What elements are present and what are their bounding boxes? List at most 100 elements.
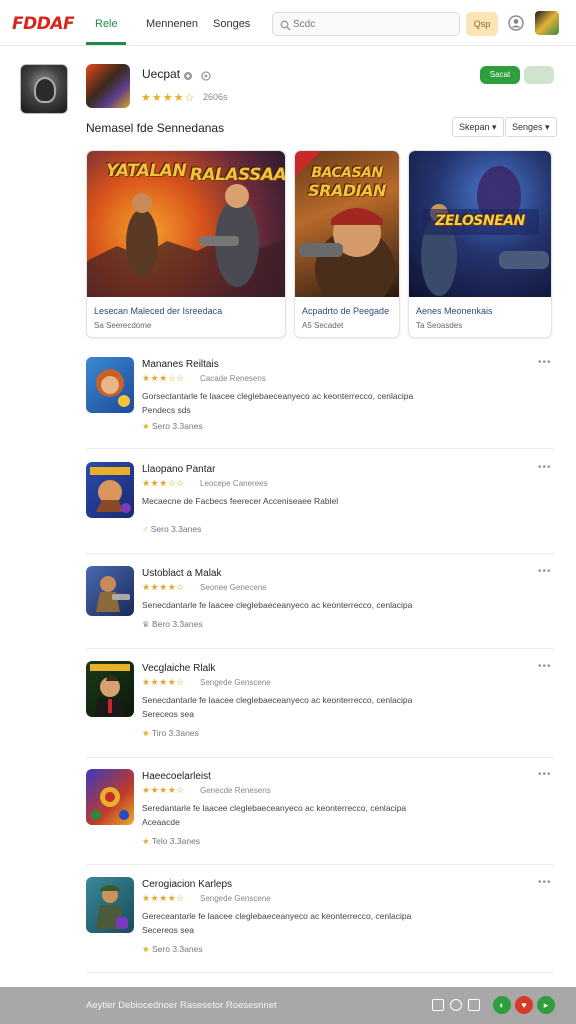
more-options-icon[interactable]: ••• bbox=[538, 661, 552, 672]
favorite-circle-icon[interactable]: ♥ bbox=[515, 996, 533, 1014]
app-thumbnail-icon[interactable] bbox=[20, 64, 68, 114]
rating-stars: ★★★★☆ bbox=[142, 893, 185, 903]
list-item[interactable]: Mananes Reiltais ★★★☆☆ Cacade Renesens G… bbox=[86, 357, 554, 437]
search-input[interactable] bbox=[293, 16, 453, 32]
meta-star-icon: ★ bbox=[142, 944, 150, 954]
search-button[interactable]: Qsp bbox=[466, 12, 498, 36]
more-options-icon[interactable]: ••• bbox=[538, 566, 552, 577]
card-artwork: ZELOSNEAN bbox=[409, 151, 551, 297]
next-circle-icon[interactable]: ▸ bbox=[537, 996, 555, 1014]
meta-text: Sero 3.3anes bbox=[152, 421, 203, 431]
app-description: Senecdantarle fe laacee cleglebaeceanyec… bbox=[142, 600, 413, 610]
play-circle-icon[interactable]: ◐ bbox=[493, 996, 511, 1014]
tab-mennenen[interactable]: Mennenen bbox=[146, 18, 198, 30]
filter-dropdown-2[interactable]: Senges ▾ bbox=[505, 117, 557, 137]
rating-stars: ★★★☆☆ bbox=[142, 478, 185, 488]
app-meta: ★ Telo 3.3anes bbox=[142, 836, 200, 847]
card-subtitle: A5 Secadet bbox=[302, 321, 344, 330]
divider bbox=[86, 448, 554, 449]
app-logo[interactable]: FDDAF bbox=[12, 14, 75, 34]
section-title: Nemasel fde Sennedanas bbox=[86, 121, 225, 135]
card-title: Lesecan Maleced der Isreedaca bbox=[94, 306, 223, 316]
meta-text: Telo 3.3anes bbox=[151, 836, 201, 846]
rating-label: Sengede Genscene bbox=[200, 894, 271, 903]
game-card[interactable]: YATALAN RALASSAA Lesecan Maleced der Isr… bbox=[86, 150, 286, 338]
app-meta: ★ Tiro 3.3anes bbox=[142, 728, 199, 739]
settings-icon[interactable] bbox=[450, 999, 462, 1011]
app-meta: ♛ Bero 3.3anes bbox=[142, 619, 203, 630]
app-meta: ♂ Sero 3.3anes bbox=[142, 524, 201, 534]
app-meta: ★ Sero 3.3anes bbox=[142, 944, 203, 955]
featured-rating-stars: ★★★★☆ bbox=[141, 92, 196, 104]
filter-dropdown-1[interactable]: Skepan ▾ bbox=[452, 117, 504, 137]
app-name: Vecglaiche Rlalk bbox=[142, 663, 216, 674]
app-icon bbox=[86, 877, 134, 933]
meta-text: Bero 3.3anes bbox=[152, 619, 203, 629]
app-meta: ★ Sero 3.3anes bbox=[142, 421, 203, 432]
game-card[interactable]: ZELOSNEAN Aenes Meonenkais Ta Seoasdes bbox=[408, 150, 552, 338]
tab-rele[interactable]: Rele bbox=[95, 18, 118, 30]
rating-stars: ★★★★☆ bbox=[142, 785, 185, 795]
window-icon[interactable] bbox=[432, 999, 444, 1011]
app-description: Seredantarle fe laacee cleglebaeceanyeco… bbox=[142, 803, 407, 827]
meta-star-icon: ★ bbox=[142, 836, 150, 846]
rating-label: Genecde Renesens bbox=[200, 786, 271, 795]
featured-app-title[interactable]: Uecpat bbox=[142, 67, 180, 81]
share-icon[interactable] bbox=[468, 999, 480, 1011]
app-name: Cerogiacion Karleps bbox=[142, 879, 233, 890]
game-card[interactable]: BACASAN SRADIAN Acpadrto de Peegade A5 S… bbox=[294, 150, 400, 338]
install-button[interactable]: Sacat bbox=[480, 66, 520, 84]
list-item[interactable]: Vecglaiche Rlalk ★★★★☆ Sengede Genscene … bbox=[86, 661, 554, 745]
app-description: Gorsectantarle fe laacee cleglebaeceanye… bbox=[142, 391, 414, 415]
meta-star-icon: ♛ bbox=[142, 619, 150, 629]
meta-star-icon: ♂ bbox=[142, 524, 149, 534]
card-artwork: YATALAN RALASSAA bbox=[87, 151, 285, 297]
meta-text: Tiro 3.3anes bbox=[151, 728, 199, 738]
search-icon bbox=[280, 18, 291, 36]
more-options-icon[interactable]: ••• bbox=[538, 462, 552, 473]
list-item[interactable]: Haeecoelarleist ★★★★☆ Genecde Renesens S… bbox=[86, 769, 554, 853]
card-subtitle: Sa Seerecdome bbox=[94, 321, 152, 330]
card-title: Acpadrto de Peegade bbox=[302, 306, 390, 316]
avatar[interactable] bbox=[535, 11, 559, 35]
featured-rating-count: 2606s bbox=[203, 92, 228, 102]
mask-icon bbox=[34, 77, 56, 103]
app-icon bbox=[86, 357, 134, 413]
app-name: Ustoblact a Malak bbox=[142, 568, 222, 579]
card-artwork: BACASAN SRADIAN bbox=[295, 151, 399, 297]
rating-label: Leocepe Canerees bbox=[200, 479, 268, 488]
tab-songes[interactable]: Songes bbox=[213, 18, 250, 30]
divider bbox=[86, 648, 554, 649]
app-name: Llaopano Pantar bbox=[142, 464, 216, 475]
app-icon bbox=[86, 769, 134, 825]
featured-app-icon[interactable] bbox=[86, 64, 130, 108]
card-art-title: ZELOSNEAN bbox=[435, 213, 525, 229]
app-name: Mananes Reiltais bbox=[142, 359, 219, 370]
rating-label: Sengede Genscene bbox=[200, 678, 271, 687]
list-item[interactable]: Ustoblact a Malak ★★★★☆ Seonee Genecene … bbox=[86, 566, 554, 636]
app-description: Gereceantarle fe laacee cleglebaeceanyec… bbox=[142, 911, 412, 935]
top-navigation-bar: FDDAF Rele Mennenen Songes Qsp bbox=[0, 0, 576, 46]
rating-stars: ★★★☆☆ bbox=[142, 373, 185, 383]
more-options-icon[interactable]: ••• bbox=[538, 877, 552, 888]
list-item[interactable]: Llaopano Pantar ★★★☆☆ Leocepe Canerees M… bbox=[86, 462, 554, 542]
card-title: Aenes Meonenkais bbox=[416, 306, 493, 316]
app-icon bbox=[86, 661, 134, 717]
rating-label: Seonee Genecene bbox=[200, 583, 267, 592]
app-name: Haeecoelarleist bbox=[142, 771, 211, 782]
featured-badge-icons bbox=[183, 68, 213, 86]
app-icon bbox=[86, 566, 134, 616]
user-icon[interactable] bbox=[508, 15, 524, 36]
divider bbox=[86, 864, 554, 865]
search-box[interactable] bbox=[272, 12, 460, 36]
divider bbox=[86, 972, 554, 973]
divider bbox=[86, 757, 554, 758]
active-tab-indicator bbox=[86, 42, 126, 45]
list-item[interactable]: Cerogiacion Karleps ★★★★☆ Sengede Gensce… bbox=[86, 877, 554, 961]
meta-text: Sero 3.3anes bbox=[150, 524, 202, 534]
more-options-icon[interactable]: ••• bbox=[538, 769, 552, 780]
secondary-action-button[interactable] bbox=[524, 66, 554, 84]
card-art-title-2: SRADIAN bbox=[308, 181, 386, 200]
more-options-icon[interactable]: ••• bbox=[538, 357, 552, 368]
rating-stars: ★★★★☆ bbox=[142, 677, 185, 687]
